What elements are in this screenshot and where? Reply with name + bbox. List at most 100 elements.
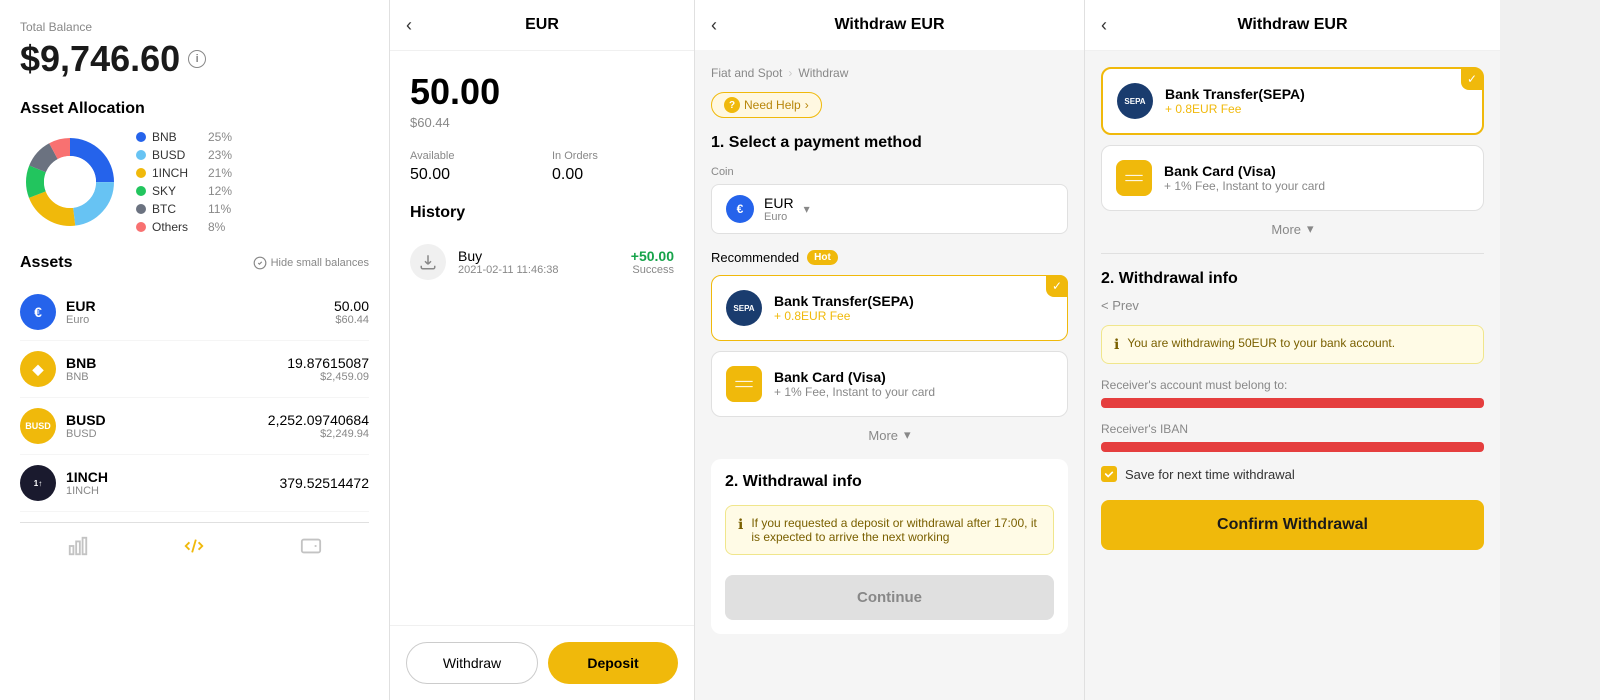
withdraw-back-btn[interactable]: ‹ — [711, 15, 717, 36]
chevron-down-icon: ▾ — [1307, 221, 1314, 237]
more-payment-methods[interactable]: More ▾ — [711, 427, 1068, 443]
eur-detail-header: ‹ EUR — [390, 0, 694, 51]
history-date: 2021-02-11 11:46:38 — [458, 264, 619, 276]
receiver-account-input[interactable] — [1101, 398, 1484, 408]
in-orders-col: In Orders 0.00 — [552, 150, 674, 184]
withdraw-info-box: ℹ You are withdrawing 50EUR to your bank… — [1101, 325, 1484, 364]
more-payment-methods-2[interactable]: More ▾ — [1101, 221, 1484, 237]
eur-detail-title: EUR — [525, 16, 559, 34]
withdraw-button[interactable]: Withdraw — [406, 642, 538, 684]
legend: BNB25% BUSD23% 1INCH21% SKY12% BTC11% Ot… — [136, 130, 232, 234]
donut-chart — [20, 132, 120, 232]
list-item[interactable]: 1↑ 1INCH 1INCH 379.52514472 — [20, 455, 369, 512]
nav-charts[interactable] — [67, 535, 89, 557]
visa-card-icon — [726, 366, 762, 402]
list-item[interactable]: BUSD BUSD BUSD 2,252.09740684 $2,249.94 — [20, 398, 369, 455]
nav-transfer[interactable] — [183, 535, 205, 557]
asset-amount: 50.00 — [334, 298, 369, 314]
asset-sub: 1INCH — [66, 485, 279, 497]
eur-usd: $60.44 — [410, 115, 674, 130]
eur-detail-back-btn[interactable]: ‹ — [406, 15, 412, 36]
withdrawal-info-section: 2. Withdrawal info ℹ If you requested a … — [711, 459, 1068, 634]
breadcrumb-fiat: Fiat and Spot — [711, 66, 782, 80]
download-icon — [410, 244, 446, 280]
asset-sub: BUSD — [66, 428, 268, 440]
list-item[interactable]: ◆ BNB BNB 19.87615087 $2,459.09 — [20, 341, 369, 398]
recommended-label: Recommended — [711, 250, 799, 265]
asset-amount: 19.87615087 — [287, 355, 369, 371]
info-icon: ℹ — [1114, 336, 1119, 353]
withdrawal-info-text: If you requested a deposit or withdrawal… — [751, 516, 1041, 544]
visa-payment-card[interactable]: Bank Card (Visa) + 1% Fee, Instant to yo… — [711, 351, 1068, 417]
eur-detail-footer: Withdraw Deposit — [390, 625, 694, 700]
hot-badge: Hot — [807, 250, 838, 265]
history-amount: +50.00 — [631, 248, 674, 264]
asset-usd: $2,459.09 — [287, 371, 369, 383]
receiver-iban-input[interactable] — [1101, 442, 1484, 452]
need-help-label: Need Help — [744, 98, 801, 112]
total-balance-amount: $9,746.60 — [20, 38, 180, 80]
coin-select[interactable]: € EUR Euro ▾ — [711, 184, 1068, 234]
sepa-icon: SEPA — [726, 290, 762, 326]
busd-icon: BUSD — [20, 408, 56, 444]
visa-payment-fee: + 1% Fee, Instant to your card — [774, 385, 1053, 399]
sepa-payment-name: Bank Transfer(SEPA) — [774, 293, 1053, 309]
history-type: Buy — [458, 248, 619, 264]
visa-payment-card-2[interactable]: Bank Card (Visa) + 1% Fee, Instant to yo… — [1101, 145, 1484, 211]
withdraw-header: ‹ Withdraw EUR — [695, 0, 1084, 50]
coin-select-sub: Euro — [764, 211, 794, 223]
asset-name: BNB — [66, 355, 287, 371]
info-icon[interactable]: i — [188, 50, 206, 68]
asset-sub: BNB — [66, 371, 287, 383]
1inch-icon: 1↑ — [20, 465, 56, 501]
list-item[interactable]: € EUR Euro 50.00 $60.44 — [20, 284, 369, 341]
allocation-chart: BNB25% BUSD23% 1INCH21% SKY12% BTC11% Ot… — [20, 130, 369, 234]
deposit-button[interactable]: Deposit — [548, 642, 678, 684]
sepa-payment-fee: + 0.8EUR Fee — [774, 309, 1053, 323]
breadcrumb-withdraw: Withdraw — [798, 66, 848, 80]
asset-usd: $60.44 — [334, 314, 369, 326]
more-label: More — [868, 428, 898, 443]
save-row: Save for next time withdrawal — [1101, 466, 1484, 482]
receiver-iban-label: Receiver's IBAN — [1101, 422, 1484, 436]
confirm-withdrawal-button[interactable]: Confirm Withdrawal — [1101, 500, 1484, 550]
asset-allocation-title: Asset Allocation — [20, 100, 369, 118]
confirm-header: ‹ Withdraw EUR — [1085, 0, 1500, 51]
sepa-payment-card-selected[interactable]: SEPA Bank Transfer(SEPA) + 0.8EUR Fee ✓ — [1101, 67, 1484, 135]
coin-select-name: EUR — [764, 195, 794, 211]
continue-button[interactable]: Continue — [725, 575, 1054, 620]
assets-title: Assets — [20, 254, 72, 272]
withdraw-info-text: You are withdrawing 50EUR to your bank a… — [1127, 336, 1395, 350]
confirm-withdrawal-panel: ‹ Withdraw EUR SEPA Bank Transfer(SEPA) … — [1085, 0, 1500, 700]
breadcrumb: Fiat and Spot › Withdraw — [711, 66, 1068, 80]
select-payment-title: 1. Select a payment method — [711, 134, 1068, 152]
sepa-payment-card[interactable]: SEPA Bank Transfer(SEPA) + 0.8EUR Fee ✓ — [711, 275, 1068, 341]
withdraw-panel: ‹ Withdraw EUR Fiat and Spot › Withdraw … — [695, 0, 1085, 700]
save-checkbox[interactable] — [1101, 466, 1117, 482]
eur-coin-icon: € — [726, 195, 754, 223]
hide-small-balances-toggle[interactable]: Hide small balances — [253, 256, 369, 270]
receiver-account-label: Receiver's account must belong to: — [1101, 378, 1484, 392]
prev-link[interactable]: < Prev — [1101, 298, 1484, 313]
confirm-back-btn[interactable]: ‹ — [1101, 15, 1107, 36]
history-status: Success — [631, 264, 674, 276]
asset-name: 1INCH — [66, 469, 279, 485]
sepa-name-selected: Bank Transfer(SEPA) — [1165, 86, 1468, 102]
total-balance-label: Total Balance — [20, 20, 369, 34]
withdrawal-info-title: 2. Withdrawal info — [725, 473, 1054, 491]
info-icon: ℹ — [738, 516, 743, 533]
bottom-nav — [20, 522, 369, 569]
nav-wallet[interactable] — [300, 535, 322, 557]
visa-name-2: Bank Card (Visa) — [1164, 163, 1469, 179]
chevron-down-icon: ▾ — [904, 427, 911, 443]
asset-usd: $2,249.94 — [268, 428, 369, 440]
more-label-2: More — [1271, 222, 1301, 237]
asset-amount: 2,252.09740684 — [268, 412, 369, 428]
hide-small-label: Hide small balances — [271, 257, 369, 269]
asset-amount: 379.52514472 — [279, 475, 369, 491]
need-help-button[interactable]: ? Need Help › — [711, 92, 822, 118]
portfolio-panel: Total Balance $9,746.60 i Asset Allocati… — [0, 0, 390, 700]
eur-detail-panel: ‹ EUR 50.00 $60.44 Available 50.00 In Or… — [390, 0, 695, 700]
visa-card-icon-2 — [1116, 160, 1152, 196]
confirm-title: Withdraw EUR — [1237, 16, 1347, 34]
